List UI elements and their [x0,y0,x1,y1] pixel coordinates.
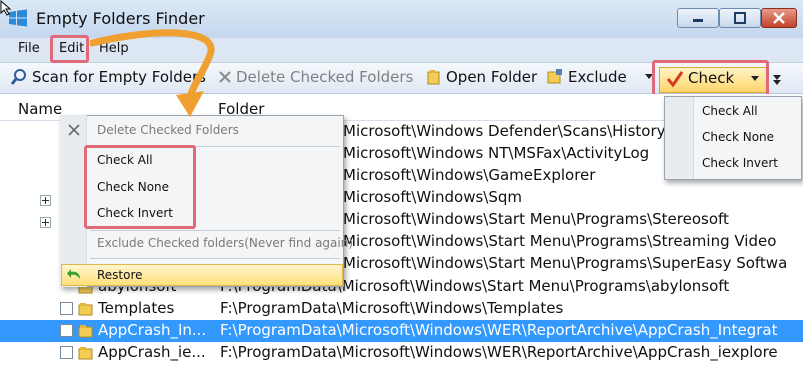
check-highlight-box [652,60,769,97]
column-name[interactable]: Name [18,100,62,118]
row-folder: Microsoft\Windows\Start Menu\Programs\Su… [343,254,788,272]
menu-separator [90,258,340,259]
check-options-highlight-box [84,145,196,229]
menu-gutter [665,97,694,179]
row-folder: Microsoft\Windows\Start Menu\Programs\St… [343,210,729,228]
edit-menu-delete[interactable]: Delete Checked Folders [97,123,239,137]
maximize-button[interactable] [719,8,761,28]
menu-gutter [60,115,87,287]
row-folder: F:\ProgramData\Microsoft\Windows\Templat… [220,299,564,317]
row-checkbox[interactable] [60,324,73,337]
close-button[interactable] [761,8,797,28]
cursor-icon [0,0,12,16]
menu-file[interactable]: File [18,41,40,56]
delete-label: Delete Checked Folders [236,68,414,86]
row-checkbox[interactable] [60,346,73,359]
annotation-arrow-icon [90,29,215,117]
folder-icon [78,325,93,338]
row-folder: Microsoft\Windows\Start Menu\Programs\St… [343,232,777,250]
open-folder-button[interactable]: Open Folder [426,68,537,86]
close-icon [773,12,785,24]
toolbar-overflow-icon[interactable] [772,73,782,85]
minimize-button[interactable] [677,8,719,28]
folder-icon [78,303,93,316]
open-folder-icon [427,70,440,85]
edit-menu-restore[interactable]: Restore [97,268,143,282]
row-name: AppCrash_In... [98,321,207,339]
menu-separator [90,230,340,231]
exclude-folder-icon [547,69,562,84]
minimize-icon [693,19,703,22]
row-folder: Microsoft\Windows\Sqm [343,188,522,206]
open-folder-label: Open Folder [446,68,538,86]
edit-highlight-box [50,35,89,63]
delete-checked-button[interactable]: Delete Checked Folders [218,68,413,86]
maximize-icon [734,12,746,24]
row-checkbox[interactable] [60,302,73,315]
row-name: AppCrash_ie... [98,343,206,361]
exclude-button[interactable]: Exclude [546,68,627,86]
row-folder: F:\ProgramData\Microsoft\Windows\WER\Rep… [220,343,778,361]
exclude-label: Exclude [568,68,627,86]
edit-menu-exclude[interactable]: Exclude Checked folders(Never find again… [97,236,353,250]
expand-icon[interactable] [40,217,51,228]
search-icon [10,69,26,85]
check-menu-check-all[interactable]: Check All [702,104,758,118]
check-menu-check-invert[interactable]: Check Invert [702,156,778,170]
row-name: Templates [98,299,175,317]
expand-icon[interactable] [40,195,51,206]
check-menu-check-none[interactable]: Check None [702,130,774,144]
restore-icon [67,269,80,279]
row-folder: F:\ProgramData\Microsoft\Windows\WER\Rep… [220,321,778,339]
folder-icon [78,347,93,360]
delete-x-icon [68,124,80,136]
